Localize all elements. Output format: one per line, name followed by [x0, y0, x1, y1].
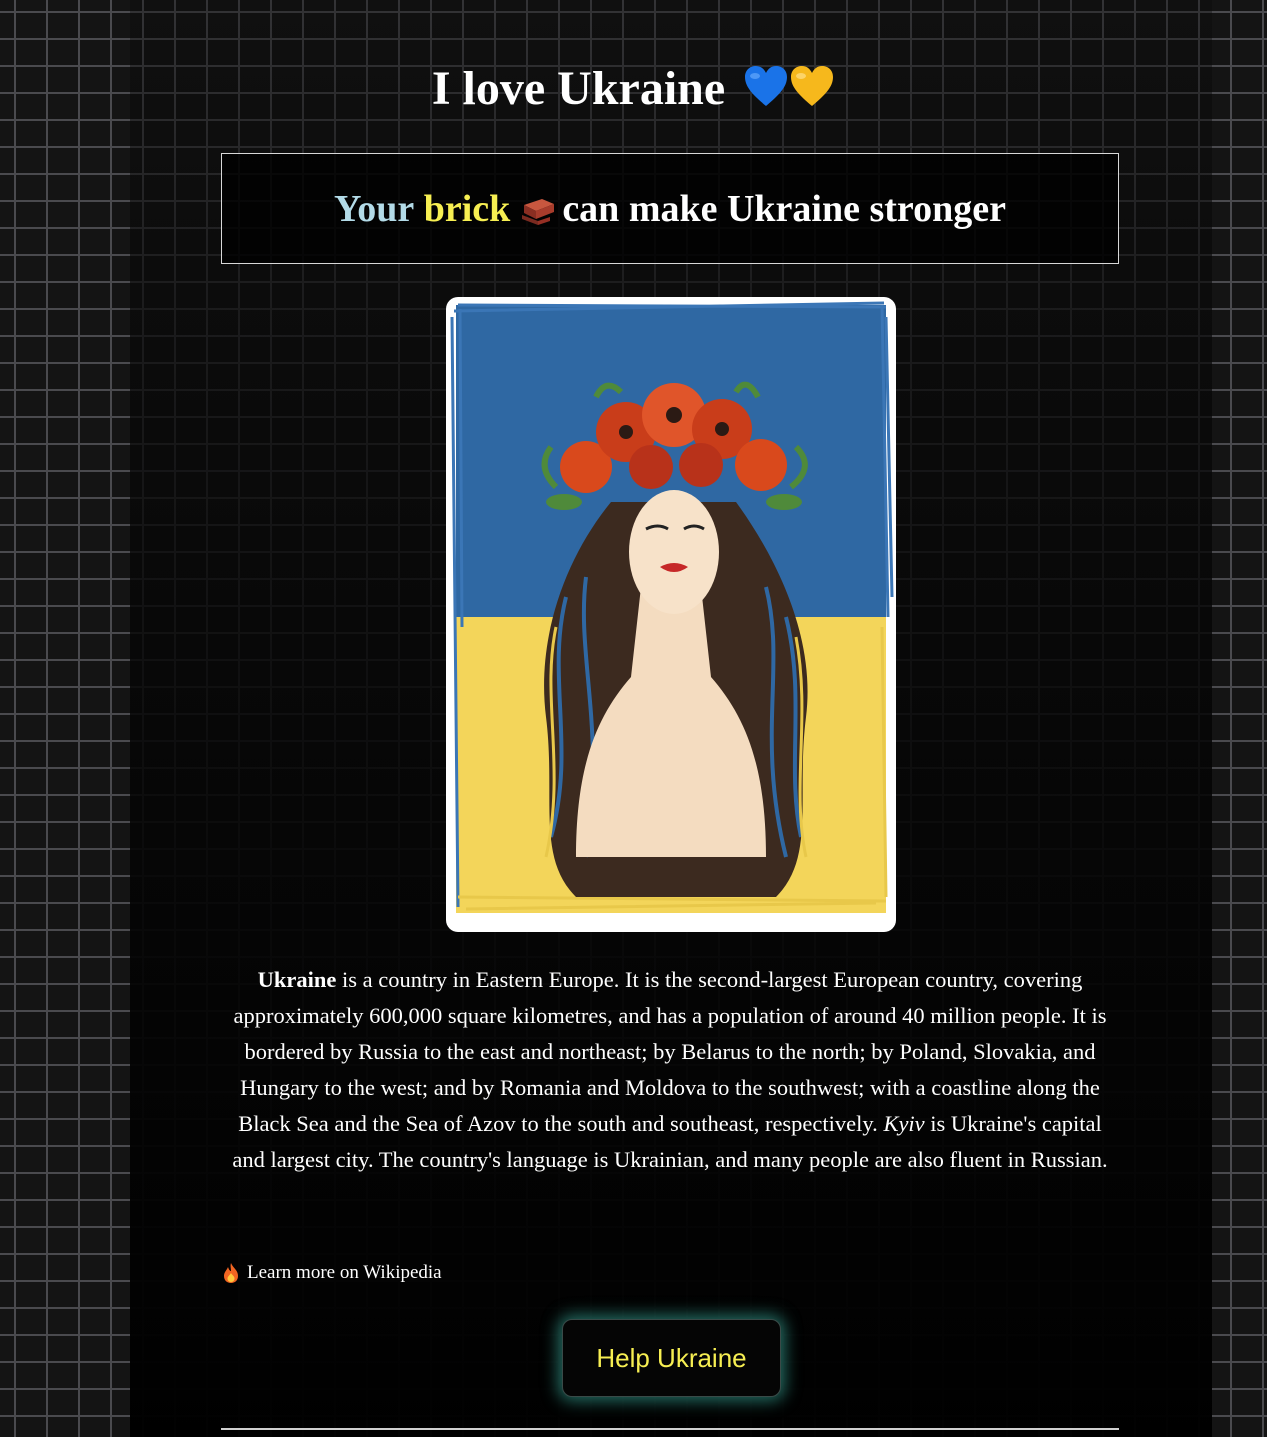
divider [221, 1428, 1119, 1430]
description-country: Ukraine [257, 967, 337, 992]
slogan-word-your: Your [334, 187, 415, 230]
slogan-rest: can make Ukraine stronger [562, 187, 1006, 230]
fire-icon [224, 1263, 238, 1283]
slogan-banner: Your brick can make Ukraine stronger [221, 153, 1119, 264]
yellow-heart-icon [791, 66, 834, 106]
slogan-word-brick: brick [423, 187, 511, 230]
wikipedia-link[interactable]: Learn more on Wikipedia [221, 1262, 442, 1284]
ukraine-woman-illustration [450, 301, 894, 913]
country-description: Ukraine is a country in Eastern Europe. … [221, 962, 1119, 1178]
page-title: I love Ukraine [0, 58, 1267, 120]
brick-icon [522, 198, 555, 225]
page-title-text: I love Ukraine [431, 62, 726, 115]
hero-image [446, 297, 896, 932]
wikipedia-link-label: Learn more on Wikipedia [247, 1262, 442, 1283]
help-ukraine-button[interactable]: Help Ukraine [562, 1319, 781, 1397]
blue-heart-icon [745, 66, 788, 106]
description-capital: Kyiv [883, 1111, 925, 1136]
